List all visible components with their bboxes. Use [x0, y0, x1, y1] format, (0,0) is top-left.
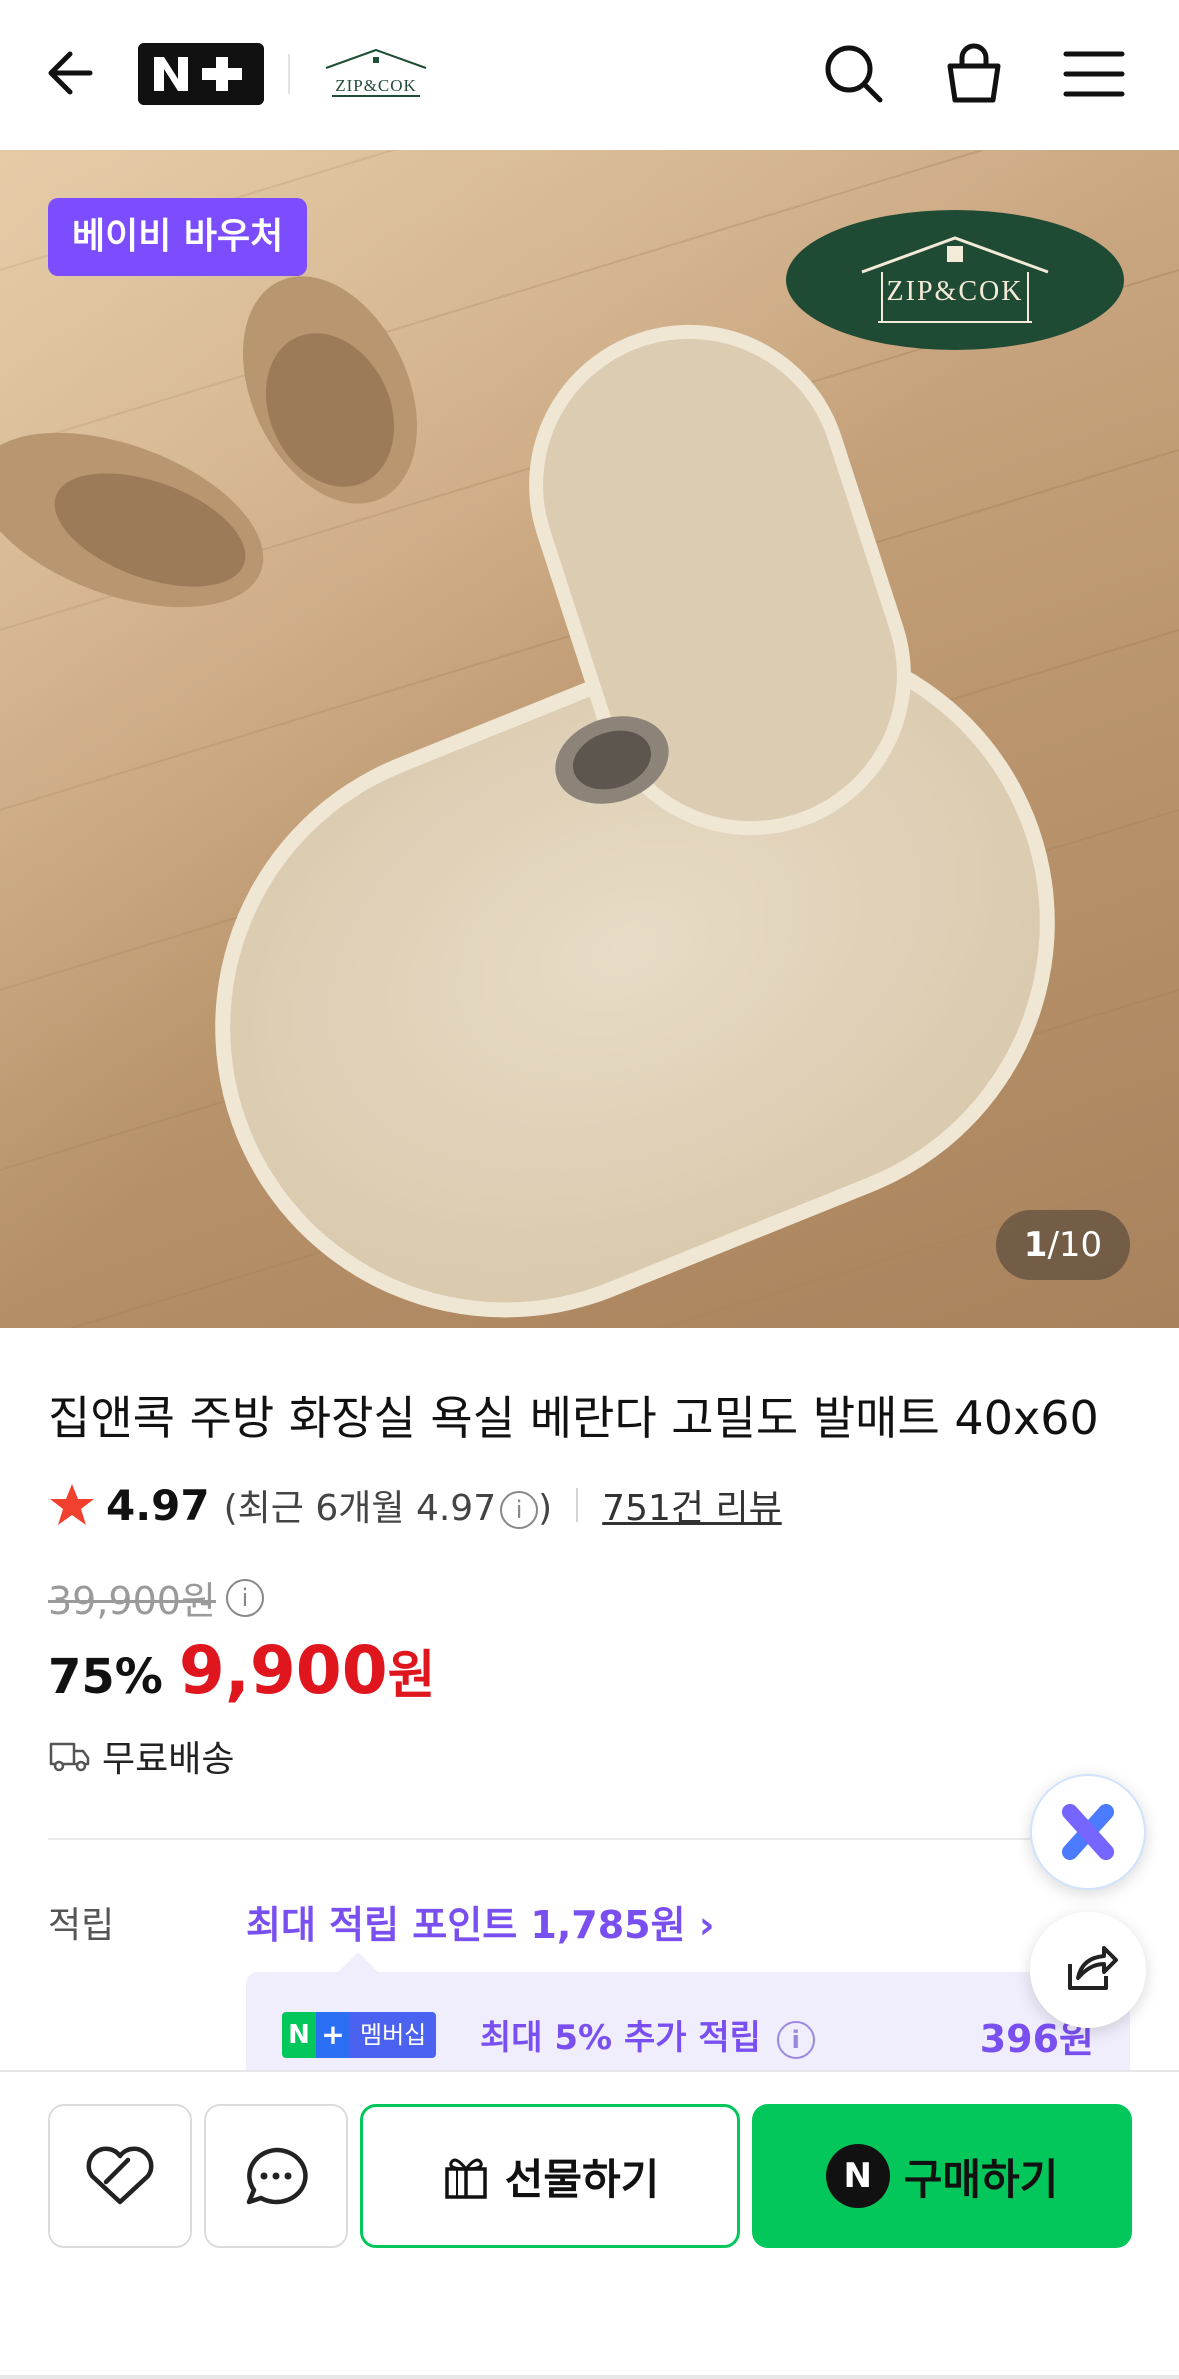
wishlist-button[interactable] — [48, 2104, 192, 2248]
share-icon — [1068, 1946, 1118, 1990]
brand-logo[interactable]: ZIP&COK — [318, 44, 434, 100]
sale-price: 75% 9,900 원 — [48, 1632, 436, 1709]
shopping-bag-icon[interactable] — [938, 38, 1010, 110]
buy-label: 구매하기 — [903, 2154, 1059, 2204]
gift-icon — [444, 2158, 487, 2199]
baby-voucher-badge: 베이비 바우처 — [48, 198, 308, 276]
membership-badge: N + 멤버십 — [282, 2012, 437, 2058]
menu-icon[interactable] — [1058, 38, 1130, 110]
rating-divider — [576, 1488, 579, 1522]
shipping-text: 무료배송 — [102, 1739, 235, 1780]
original-price: 39,900원 i — [48, 1570, 264, 1625]
search-icon[interactable] — [818, 38, 890, 110]
membership-points-box: N + 멤버십 최대 5% 추가 적립 i 396원 — [246, 1972, 1130, 2072]
truck-icon — [49, 1742, 90, 1772]
heart-link-icon — [86, 2146, 154, 2205]
section-divider — [48, 1838, 1131, 1840]
product-image-carousel[interactable]: 베이비 바우처 ZIP&COK 1/10 — [0, 150, 1179, 1328]
talk-talk-button[interactable] — [204, 2104, 348, 2248]
extra-points-text: 최대 5% 추가 적립 i — [480, 2010, 815, 2059]
gift-label: 선물하기 — [504, 2154, 660, 2204]
recent-rating: (최근 6개월 4.97 i) — [223, 1488, 553, 1529]
rating-score: 4.97 — [106, 1480, 210, 1530]
buy-button[interactable]: N 구매하기 — [752, 2104, 1132, 2248]
brand-logo-text: ZIP&COK — [335, 76, 417, 95]
bottom-action-bar: 선물하기 N 구매하기 — [0, 2070, 1179, 2379]
rating-row: 4.97 (최근 6개월 4.97 i) 751건 리뷰 — [48, 1475, 782, 1535]
max-points-link[interactable]: 최대 적립 포인트 1,785원 › — [246, 1894, 714, 1949]
info-icon[interactable]: i — [225, 1578, 264, 1617]
price-unit: 원 — [387, 1646, 436, 1706]
home-indicator — [0, 2375, 1179, 2379]
chevron-right-icon: › — [698, 1903, 715, 1947]
arrow-left-icon[interactable] — [40, 40, 106, 106]
discount-rate: 75% — [48, 1649, 163, 1705]
chat-icon — [246, 2147, 308, 2205]
price-value: 9,900 — [178, 1632, 388, 1709]
ai-sparkle-icon — [1062, 1804, 1114, 1860]
header-divider — [288, 54, 290, 94]
image-counter: 1/10 — [996, 1210, 1130, 1280]
star-icon — [50, 1484, 94, 1525]
gift-button[interactable]: 선물하기 — [360, 2104, 740, 2248]
shipping-info: 무료배송 — [48, 1730, 234, 1782]
ai-assistant-button[interactable] — [1030, 1774, 1146, 1890]
naver-plus-logo[interactable] — [138, 43, 264, 105]
share-button[interactable] — [1030, 1912, 1146, 2028]
brand-watermark-text: ZIP&COK — [886, 276, 1024, 307]
image-counter-total: /10 — [1047, 1225, 1103, 1265]
top-navigation-bar: ZIP&COK — [0, 0, 1179, 150]
info-icon[interactable]: i — [776, 2020, 815, 2059]
original-price-value: 39,900원 — [48, 1579, 216, 1623]
brand-watermark: ZIP&COK — [786, 210, 1124, 350]
product-title: 집앤콕 주방 화장실 욕실 베란다 고밀도 발매트 40x60 — [48, 1391, 1099, 1445]
info-icon[interactable]: i — [500, 1491, 539, 1529]
points-label: 적립 — [48, 1905, 115, 1946]
naver-pay-n-icon: N — [825, 2144, 890, 2208]
image-counter-current: 1 — [1023, 1225, 1048, 1265]
review-count-link[interactable]: 751건 리뷰 — [602, 1479, 782, 1531]
